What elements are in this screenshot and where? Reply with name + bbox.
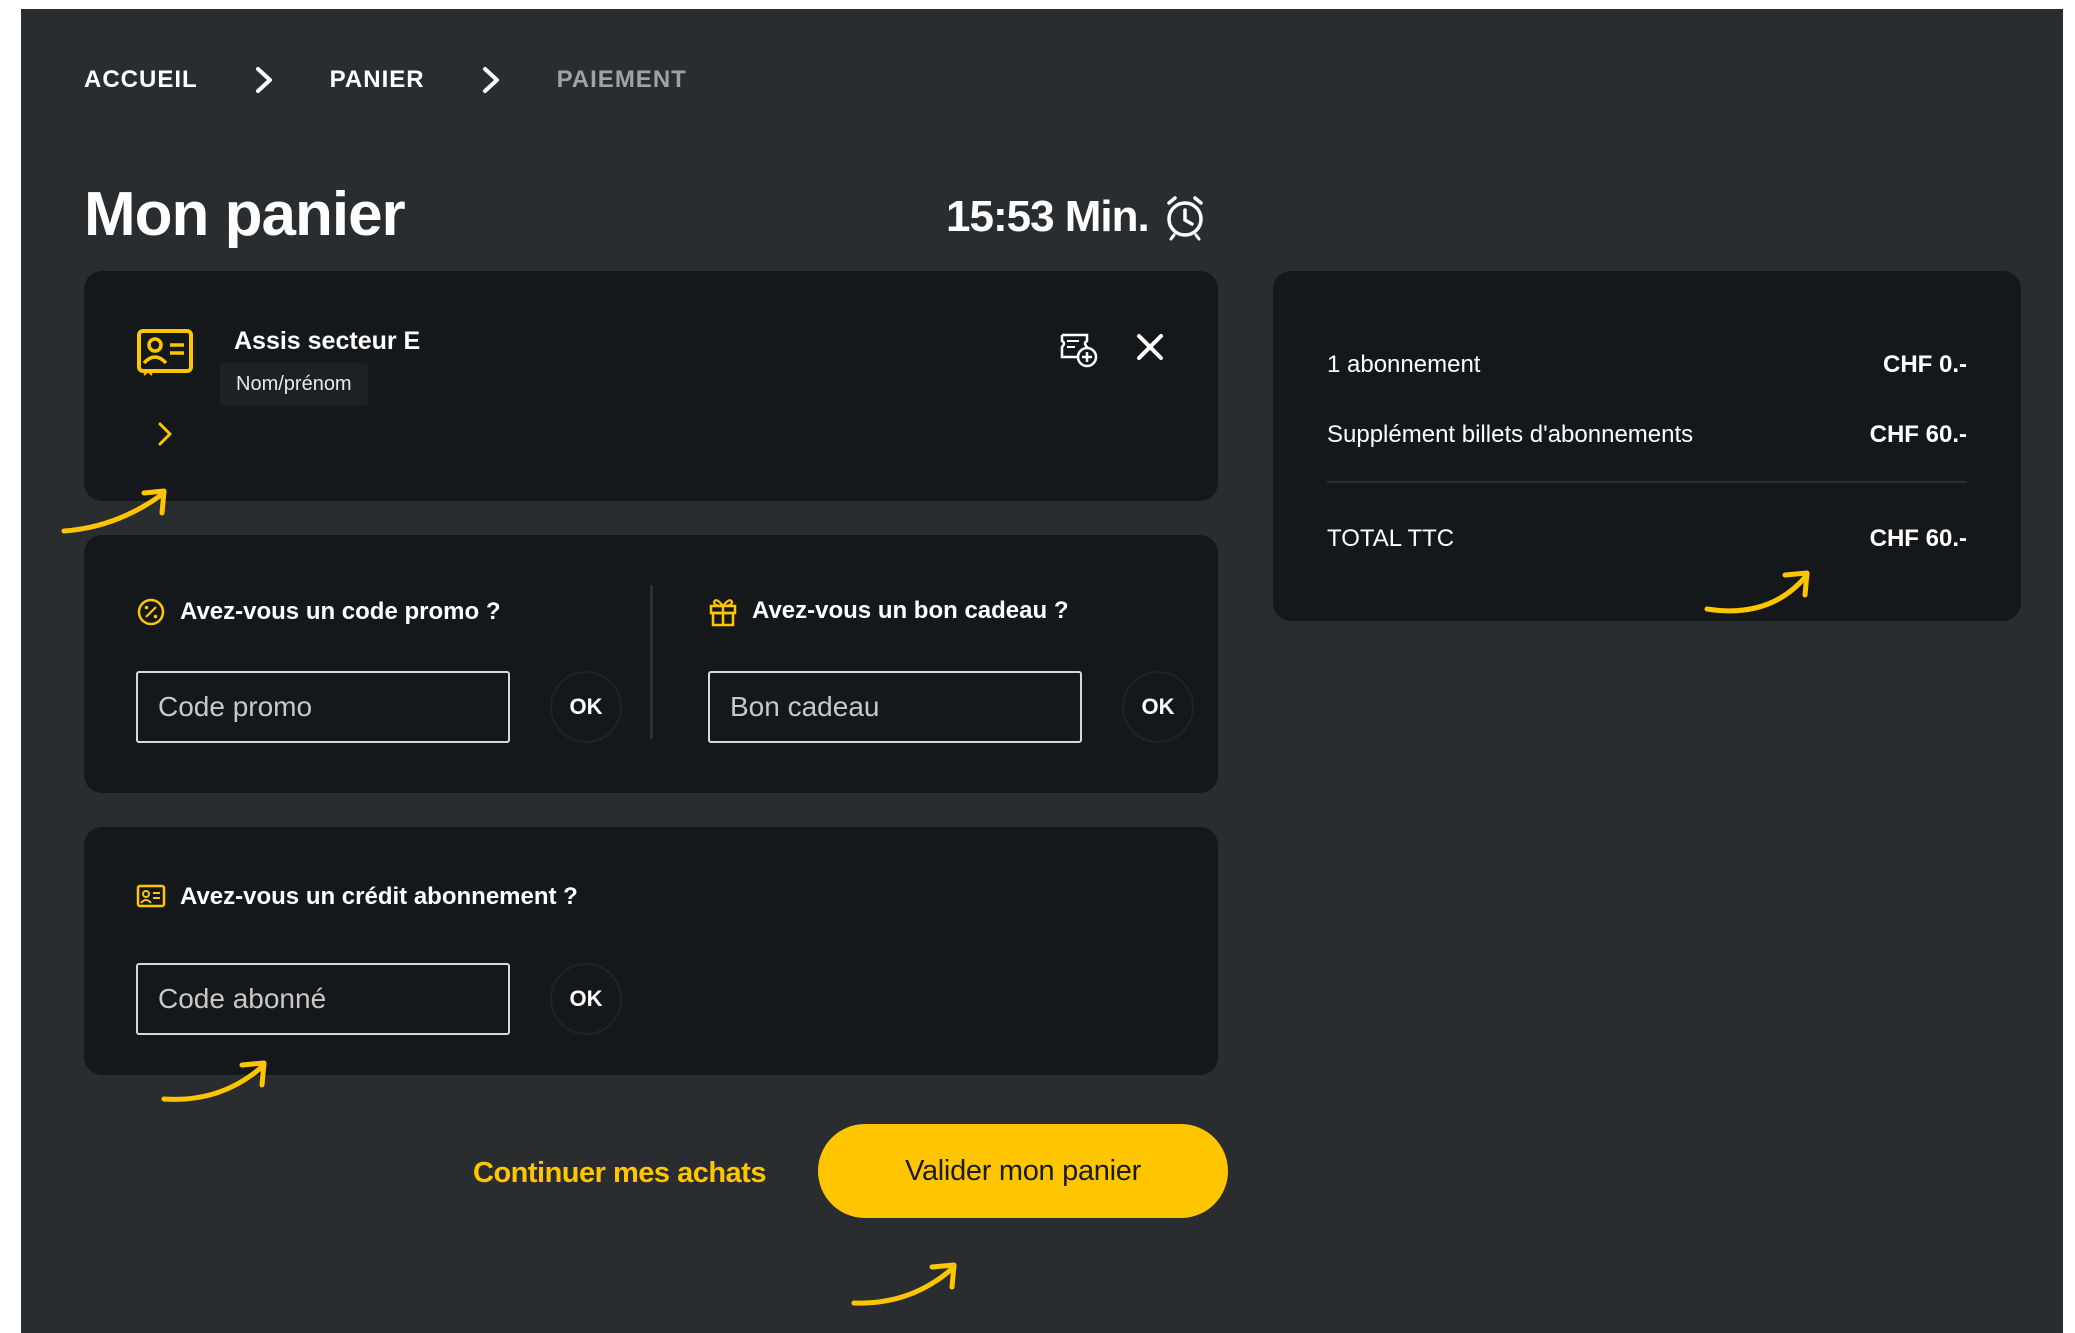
id-card-icon xyxy=(137,329,193,376)
divider xyxy=(650,585,653,739)
total-label: TOTAL TTC xyxy=(1327,525,1455,552)
gift-label-text: Avez-vous un bon cadeau ? xyxy=(752,597,1069,624)
ticket-card: Assis secteur E Nom/prénom xyxy=(84,271,1218,501)
summary-row-amount: CHF 0.- xyxy=(1883,351,1967,378)
breadcrumb-payment: PAIEMENT xyxy=(556,66,687,93)
summary-total-row: TOTAL TTC CHF 60.- xyxy=(1327,525,1967,553)
subscription-credit-card: Avez-vous un crédit abonnement ? OK xyxy=(84,827,1218,1075)
promo-label-text: Avez-vous un code promo ? xyxy=(180,598,501,625)
breadcrumb: ACCUEIL PANIER PAIEMENT xyxy=(84,63,687,97)
promo-code-input[interactable] xyxy=(136,671,510,743)
chevron-right-icon xyxy=(475,63,507,97)
discount-card: Avez-vous un code promo ? OK Avez-vous u… xyxy=(84,535,1218,793)
page-title: Mon panier xyxy=(84,180,406,249)
countdown-timer: 15:53 Min. xyxy=(946,191,1209,243)
annotation-arrow-icon xyxy=(1704,570,1810,614)
annotation-arrow-icon xyxy=(851,1262,957,1306)
gift-ok-button[interactable]: OK xyxy=(1122,671,1194,743)
total-amount: CHF 60.- xyxy=(1869,525,1967,552)
promo-code-label: Avez-vous un code promo ? xyxy=(136,597,500,627)
summary-row: 1 abonnement CHF 0.- xyxy=(1327,351,1967,379)
percent-icon xyxy=(137,598,165,626)
summary-row-amount: CHF 60.- xyxy=(1869,421,1967,448)
expand-chevron-icon[interactable] xyxy=(154,419,176,449)
summary-row: Supplément billets d'abonnements CHF 60.… xyxy=(1327,421,1967,449)
ticket-title: Assis secteur E xyxy=(234,327,421,355)
chevron-right-icon xyxy=(248,63,280,97)
timer-value: 15:53 Min. xyxy=(946,192,1150,241)
cart-page: ACCUEIL PANIER PAIEMENT Mon panier 15:53… xyxy=(21,9,2063,1333)
annotation-arrow-icon xyxy=(161,1060,267,1102)
promo-ok-button[interactable]: OK xyxy=(550,671,622,743)
subscription-ok-button[interactable]: OK xyxy=(550,963,622,1035)
close-icon[interactable] xyxy=(1134,331,1166,363)
continue-shopping-link[interactable]: Continuer mes achats xyxy=(473,1157,766,1190)
gift-card-label: Avez-vous un bon cadeau ? xyxy=(708,595,1069,627)
id-card-icon xyxy=(136,884,166,908)
ticket-holder-name[interactable]: Nom/prénom xyxy=(220,363,368,406)
gift-icon xyxy=(709,599,737,627)
summary-row-label: Supplément billets d'abonnements xyxy=(1327,421,1694,448)
order-summary-card: 1 abonnement CHF 0.- Supplément billets … xyxy=(1273,271,2021,621)
validate-cart-button[interactable]: Valider mon panier xyxy=(818,1124,1228,1218)
breadcrumb-home[interactable]: ACCUEIL xyxy=(84,66,198,94)
subscriber-code-input[interactable] xyxy=(136,963,510,1035)
gift-card-input[interactable] xyxy=(708,671,1082,743)
breadcrumb-cart[interactable]: PANIER xyxy=(330,66,425,94)
add-ticket-icon[interactable] xyxy=(1059,329,1099,369)
subscription-label-text: Avez-vous un crédit abonnement ? xyxy=(180,883,578,910)
annotation-arrow-icon xyxy=(61,488,167,534)
divider xyxy=(1327,481,1967,483)
alarm-clock-icon xyxy=(1167,196,1203,241)
summary-row-label: 1 abonnement xyxy=(1327,351,1481,378)
subscription-label: Avez-vous un crédit abonnement ? xyxy=(136,883,578,911)
